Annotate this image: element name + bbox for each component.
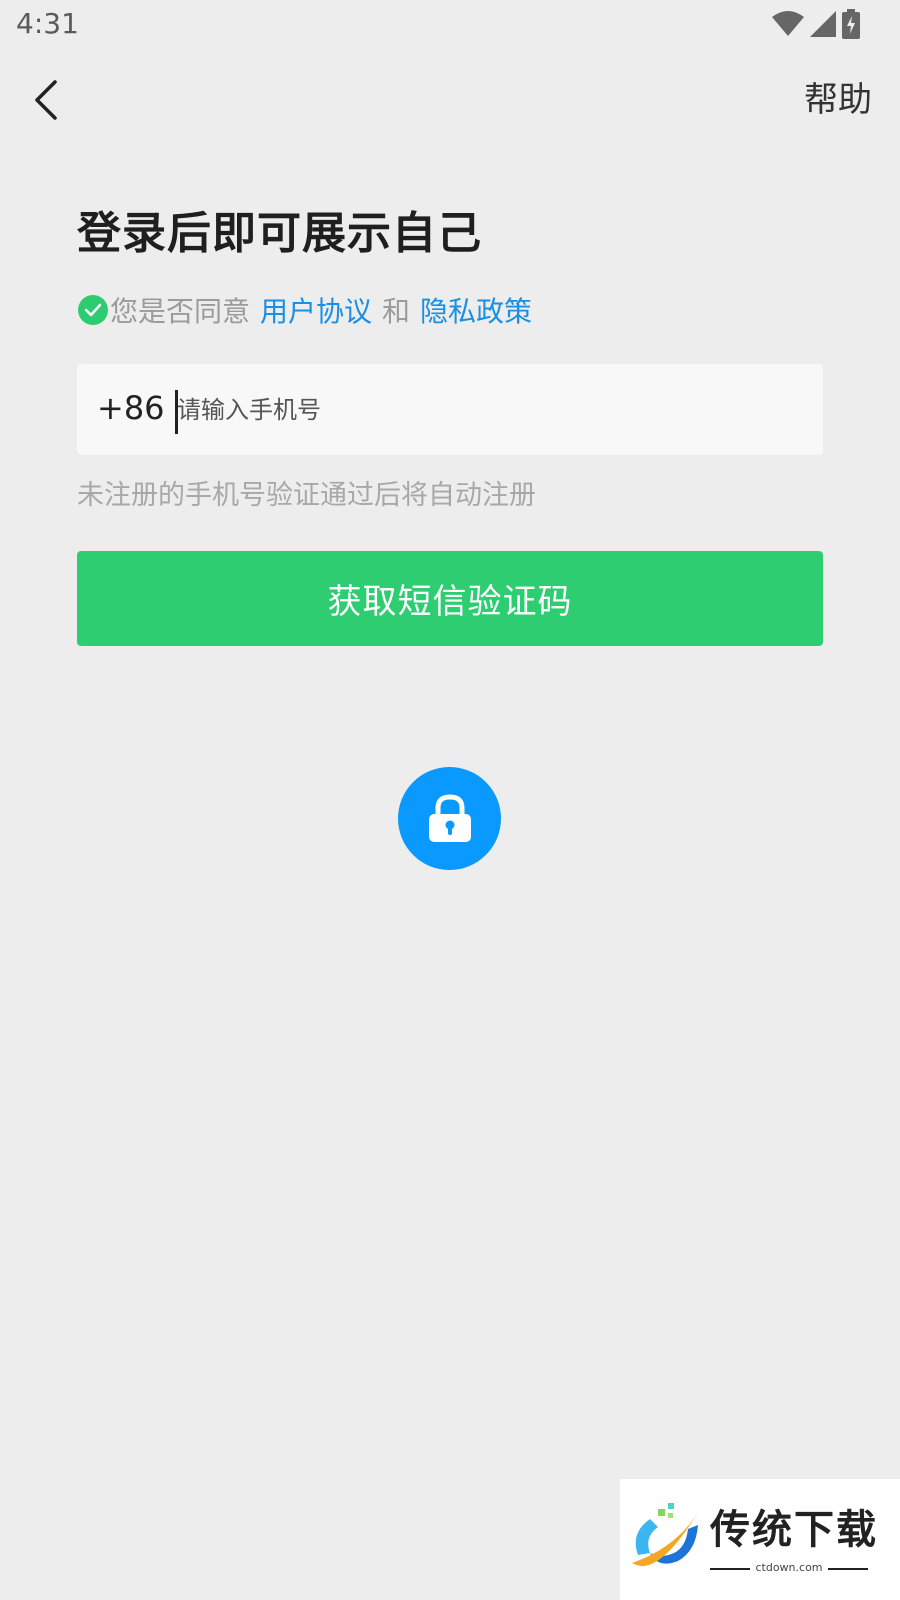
- chevron-left-icon: [35, 80, 57, 120]
- ctdown-logo-icon: [632, 1503, 700, 1566]
- agreement-checkbox[interactable]: [78, 295, 108, 325]
- cellular-signal-icon: [810, 11, 836, 37]
- auto-register-hint: 未注册的手机号验证通过后将自动注册: [77, 480, 536, 511]
- battery-charging-icon: [842, 9, 860, 39]
- phone-input[interactable]: [177, 386, 797, 434]
- country-code[interactable]: +86: [97, 388, 165, 428]
- get-sms-code-button[interactable]: 获取短信验证码: [77, 551, 823, 646]
- phone-input-box: +86: [77, 364, 823, 455]
- watermark: 传统下载 ctdown.com: [620, 1479, 900, 1600]
- back-button[interactable]: [24, 74, 68, 126]
- status-icons: [772, 8, 860, 40]
- wifi-icon: [772, 11, 804, 36]
- password-login-button[interactable]: [398, 767, 501, 870]
- nav-bar: 帮助: [0, 60, 900, 140]
- watermark-brand: 传统下载: [710, 1507, 878, 1553]
- page-title: 登录后即可展示自己: [77, 208, 482, 259]
- lock-icon: [428, 793, 471, 842]
- agreement-prefix: 您是否同意: [110, 295, 251, 328]
- check-icon: [84, 303, 102, 317]
- watermark-domain: ctdown.com: [710, 1561, 868, 1575]
- help-link[interactable]: 帮助: [804, 80, 872, 120]
- agreement-conjunction: 和: [382, 295, 411, 328]
- privacy-policy-link[interactable]: 隐私政策: [420, 290, 532, 330]
- user-agreement-link[interactable]: 用户协议: [260, 290, 372, 330]
- status-bar: 4:31: [0, 0, 900, 48]
- status-time: 4:31: [16, 7, 79, 40]
- agreement-row: 您是否同意 用户协议 和 隐私政策: [78, 288, 542, 332]
